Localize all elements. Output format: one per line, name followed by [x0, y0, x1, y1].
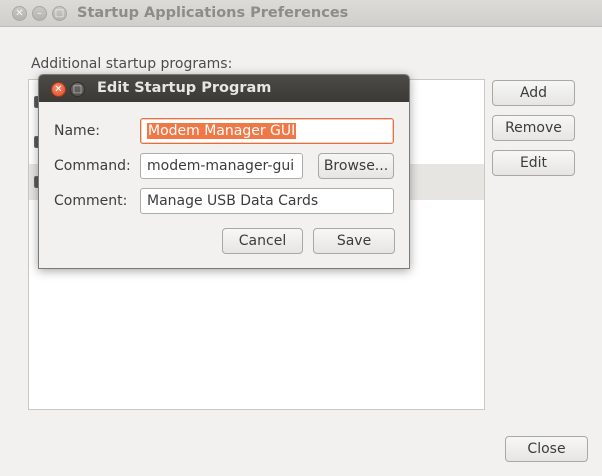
- comment-label: Comment:: [54, 193, 128, 209]
- section-label: Additional startup programs:: [31, 56, 233, 72]
- edit-button[interactable]: Edit: [492, 150, 575, 176]
- add-button[interactable]: Add: [492, 80, 575, 106]
- main-maximize-icon[interactable]: □: [52, 6, 67, 21]
- command-field[interactable]: modem-manager-gui: [140, 153, 303, 179]
- name-field[interactable]: Modem Manager GUI: [140, 118, 394, 144]
- main-titlebar: ✕ – □ Startup Applications Preferences: [0, 0, 602, 27]
- browse-button[interactable]: Browse...: [318, 153, 394, 179]
- close-button[interactable]: Close: [505, 436, 588, 462]
- dialog-close-icon[interactable]: ✕: [51, 82, 66, 97]
- cancel-button[interactable]: Cancel: [222, 228, 303, 254]
- window-title: Startup Applications Preferences: [77, 5, 349, 21]
- comment-value: Manage USB Data Cards: [147, 193, 319, 209]
- remove-button[interactable]: Remove: [492, 115, 575, 141]
- comment-field[interactable]: Manage USB Data Cards: [140, 188, 394, 214]
- name-label: Name:: [54, 123, 101, 139]
- main-minimize-icon[interactable]: –: [32, 6, 47, 21]
- dialog-title: Edit Startup Program: [97, 80, 272, 96]
- save-button[interactable]: Save: [313, 228, 395, 254]
- dialog-maximize-icon[interactable]: □: [70, 82, 85, 97]
- name-value: Modem Manager GUI: [147, 123, 297, 139]
- command-value: modem-manager-gui: [147, 158, 295, 174]
- dialog-titlebar: ✕ □ Edit Startup Program: [39, 75, 409, 102]
- command-label: Command:: [54, 158, 131, 174]
- edit-startup-program-dialog: ✕ □ Edit Startup Program Name: Modem Man…: [38, 74, 410, 269]
- main-close-icon[interactable]: ✕: [12, 6, 27, 21]
